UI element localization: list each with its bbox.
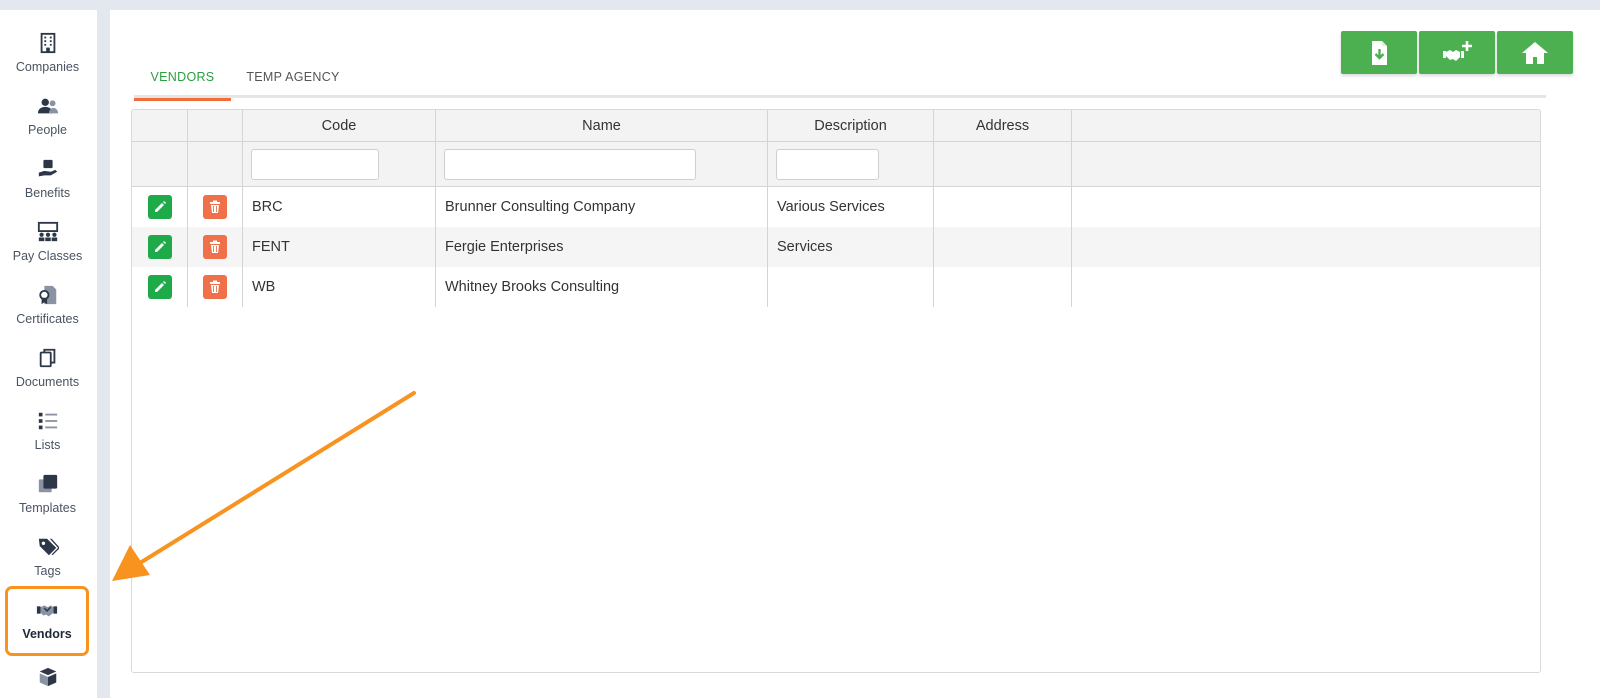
building-icon (37, 32, 59, 54)
vendors-table: Code Name Description Address BRC Brunne… (131, 109, 1541, 673)
code-cell: WB (243, 267, 436, 307)
sidebar-item-label: Vendors (22, 627, 72, 641)
sidebar-item-label: Pay Classes (12, 249, 83, 263)
edit-button[interactable] (147, 195, 172, 219)
trash-icon (210, 280, 220, 293)
handshake-icon (36, 599, 58, 621)
tab-vendors[interactable]: VENDORS (134, 60, 231, 101)
delete-button[interactable] (203, 275, 227, 299)
pencil-icon (154, 281, 166, 292)
handshake-add-icon (1443, 40, 1472, 61)
sidebar-item-label: Documents (15, 375, 80, 389)
list-icon (37, 410, 59, 432)
column-header-name[interactable]: Name (436, 110, 768, 141)
sidebar-item-more[interactable] (0, 662, 95, 698)
export-button[interactable] (1341, 31, 1417, 74)
tab-bar: VENDORS TEMP AGENCY (134, 60, 1546, 101)
sidebar-item-certificates[interactable]: Certificates (0, 280, 95, 340)
table-header-row: Code Name Description Address (132, 110, 1540, 142)
sidebar-item-label: Certificates (16, 312, 79, 326)
code-filter-input[interactable] (251, 148, 379, 180)
pay-classes-icon (37, 221, 59, 243)
sidebar-item-label: Benefits (24, 186, 71, 200)
name-filter-input[interactable] (444, 148, 696, 180)
address-cell (934, 187, 1072, 227)
sidebar-item-templates[interactable]: Templates (0, 469, 95, 529)
people-icon (37, 95, 59, 117)
toolbar (1341, 31, 1573, 74)
documents-icon (37, 347, 59, 369)
edit-button[interactable] (147, 275, 172, 299)
sidebar-item-tags[interactable]: Tags (0, 532, 95, 592)
templates-icon (37, 473, 59, 495)
certificate-icon (37, 284, 59, 306)
table-row[interactable]: WB Whitney Brooks Consulting (132, 267, 1540, 307)
sidebar-item-vendors[interactable]: Vendors (5, 586, 89, 656)
sidebar-item-benefits[interactable]: Benefits (0, 154, 95, 214)
sidebar-item-lists[interactable]: Lists (0, 406, 95, 466)
sidebar-item-label: Templates (19, 501, 76, 515)
tags-icon (37, 536, 59, 558)
main-panel: VENDORS TEMP AGENCY Code Name Descriptio… (110, 10, 1600, 698)
add-vendor-button[interactable] (1419, 31, 1495, 74)
column-header-description[interactable]: Description (768, 110, 934, 141)
table-row[interactable]: BRC Brunner Consulting Company Various S… (132, 187, 1540, 227)
edit-button[interactable] (147, 235, 172, 259)
table-filter-row (132, 142, 1540, 187)
address-cell (934, 227, 1072, 267)
sidebar: Companies People Benefits Pay Classes Ce… (0, 10, 97, 698)
file-download-icon (1372, 40, 1387, 65)
sidebar-item-people[interactable]: People (0, 91, 95, 151)
sidebar-item-label: People (28, 123, 67, 137)
name-cell: Fergie Enterprises (436, 227, 768, 267)
benefits-hand-icon (37, 158, 59, 180)
sidebar-item-documents[interactable]: Documents (0, 343, 95, 403)
table-row[interactable]: FENT Fergie Enterprises Services (132, 227, 1540, 267)
delete-button[interactable] (203, 195, 227, 219)
address-cell (934, 267, 1072, 307)
column-header-filler (1072, 110, 1540, 141)
sidebar-item-label: Companies (15, 60, 80, 74)
sidebar-item-label: Tags (34, 564, 61, 578)
delete-button[interactable] (203, 235, 227, 259)
home-button[interactable] (1497, 31, 1573, 74)
sidebar-item-pay-classes[interactable]: Pay Classes (0, 217, 95, 277)
name-cell: Whitney Brooks Consulting (436, 267, 768, 307)
name-cell: Brunner Consulting Company (436, 187, 768, 227)
pencil-icon (154, 241, 166, 252)
description-cell (768, 267, 934, 307)
code-cell: FENT (243, 227, 436, 267)
box-icon (37, 666, 59, 688)
trash-icon (210, 200, 220, 213)
column-header-code[interactable]: Code (243, 110, 436, 141)
description-cell: Services (768, 227, 934, 267)
column-header-edit (132, 110, 188, 141)
description-cell: Various Services (768, 187, 934, 227)
sidebar-item-companies[interactable]: Companies (0, 28, 95, 88)
trash-icon (210, 240, 220, 253)
column-header-delete (188, 110, 243, 141)
home-icon (1522, 41, 1548, 64)
code-cell: BRC (243, 187, 436, 227)
description-filter-input[interactable] (776, 148, 879, 180)
column-header-address[interactable]: Address (934, 110, 1072, 141)
sidebar-item-label: Lists (34, 438, 61, 452)
pencil-icon (154, 201, 166, 212)
tab-temp-agency[interactable]: TEMP AGENCY (238, 60, 348, 98)
